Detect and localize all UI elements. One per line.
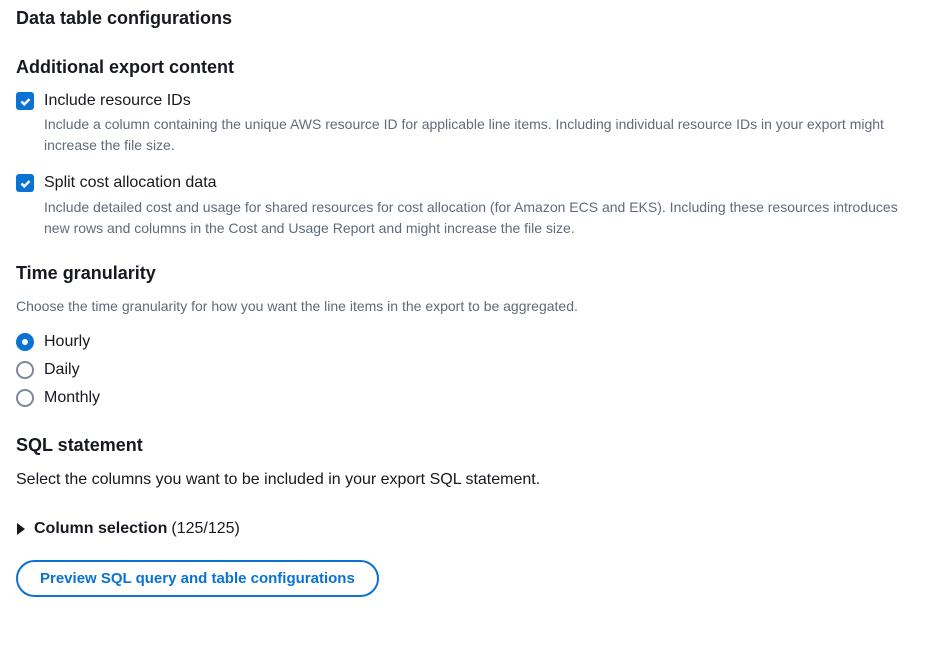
column-selection-count: (125/125)	[171, 520, 240, 538]
radio-daily[interactable]: Daily	[16, 361, 927, 379]
time-granularity-heading: Time granularity	[16, 263, 927, 284]
column-selection-expandable[interactable]: Column selection (125/125)	[16, 520, 927, 538]
radio-icon[interactable]	[16, 361, 34, 379]
time-granularity-radio-group: Hourly Daily Monthly	[16, 333, 927, 407]
radio-icon[interactable]	[16, 333, 34, 351]
radio-label: Monthly	[44, 389, 100, 407]
radio-label: Hourly	[44, 333, 90, 351]
checkbox-label: Include resource IDs	[44, 90, 927, 112]
sql-statement-heading: SQL statement	[16, 435, 927, 456]
sql-statement-section: SQL statement Select the columns you wan…	[16, 435, 927, 597]
radio-icon[interactable]	[16, 389, 34, 407]
caret-right-icon	[16, 522, 26, 536]
radio-monthly[interactable]: Monthly	[16, 389, 927, 407]
checkbox-icon[interactable]	[16, 92, 34, 110]
checkbox-description: Include a column containing the unique A…	[44, 114, 927, 156]
radio-hourly[interactable]: Hourly	[16, 333, 927, 351]
time-granularity-section: Time granularity Choose the time granula…	[16, 263, 927, 407]
sql-statement-description: Select the columns you want to be includ…	[16, 468, 927, 492]
additional-export-section: Additional export content Include resour…	[16, 57, 927, 239]
checkbox-description: Include detailed cost and usage for shar…	[44, 197, 927, 239]
radio-label: Daily	[44, 361, 80, 379]
checkbox-include-resource-ids[interactable]: Include resource IDs Include a column co…	[16, 90, 927, 156]
checkbox-split-cost-allocation[interactable]: Split cost allocation data Include detai…	[16, 172, 927, 238]
additional-export-heading: Additional export content	[16, 57, 927, 78]
checkbox-icon[interactable]	[16, 174, 34, 192]
column-selection-label: Column selection	[34, 520, 167, 538]
checkbox-label: Split cost allocation data	[44, 172, 927, 194]
time-granularity-description: Choose the time granularity for how you …	[16, 296, 927, 317]
preview-sql-button[interactable]: Preview SQL query and table configuratio…	[16, 560, 379, 597]
page-title: Data table configurations	[16, 8, 927, 29]
checkbox-content: Split cost allocation data Include detai…	[44, 172, 927, 238]
checkbox-content: Include resource IDs Include a column co…	[44, 90, 927, 156]
